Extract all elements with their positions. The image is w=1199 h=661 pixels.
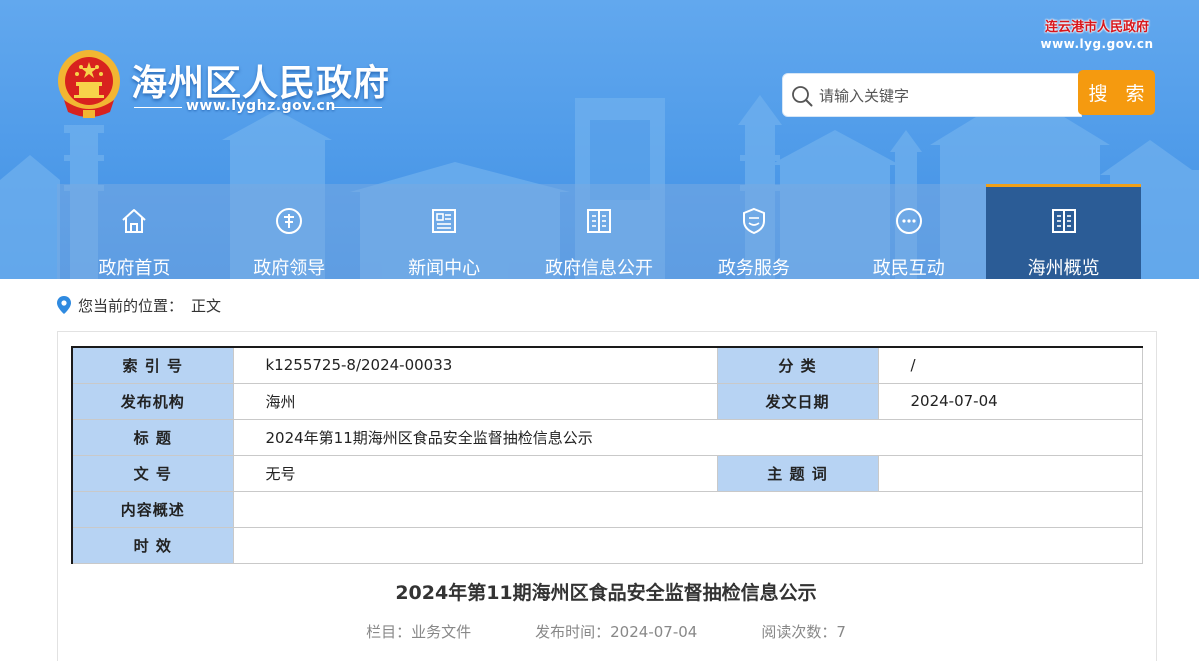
validity-label: 时 效 <box>71 526 234 564</box>
keywords-value <box>877 454 1143 492</box>
publisher-value: 海州 <box>232 382 718 420</box>
breadcrumb-current: 正文 <box>191 296 222 315</box>
news-icon <box>432 209 457 233</box>
divider-line-left <box>134 107 182 108</box>
title-value: 2024年第11期海州区食品安全监督抽检信息公示 <box>232 418 1143 456</box>
search-box <box>782 73 1082 117</box>
index-value: k1255725-8/2024-00033 <box>232 347 718 384</box>
nav-label: 海州概览 <box>1027 258 1100 279</box>
nav-item-overview[interactable]: 海州概览 <box>986 184 1142 279</box>
chat-bubble-icon <box>895 208 922 234</box>
breadcrumb-prefix: 您当前的位置： <box>78 296 184 315</box>
nav-item-info-disclosure[interactable]: 政府信息公开 <box>522 184 677 279</box>
article-read-count: 阅读次数：7 <box>761 623 846 641</box>
city-government-name: 连云港市人民政府 <box>1044 20 1149 35</box>
table-row: 索 引 号 k1255725-8/2024-00033 分 类 / <box>71 347 1143 384</box>
nav-item-news[interactable]: 新闻中心 <box>367 184 522 279</box>
category-label: 分 类 <box>716 347 879 384</box>
nav-item-leaders[interactable]: 政府领导 <box>212 184 367 279</box>
date-label: 发文日期 <box>716 382 879 420</box>
article-title: 2024年第11期海州区食品安全监督抽检信息公示 <box>395 582 817 604</box>
site-header: 海州区人民政府 www.lyghz.gov.cn 连云港市人民政府 www.ly… <box>0 0 1199 279</box>
search-button[interactable]: 搜 索 <box>1078 70 1155 115</box>
table-row: 标 题 2024年第11期海州区食品安全监督抽检信息公示 <box>71 418 1143 456</box>
validity-value <box>232 526 1143 564</box>
publisher-label: 发布机构 <box>71 382 234 420</box>
docno-label: 文 号 <box>71 454 234 492</box>
location-pin-icon <box>57 296 71 314</box>
article-publish-time: 发布时间：2024-07-04 <box>535 623 698 641</box>
city-government-url: www.lyg.gov.cn <box>1040 37 1154 51</box>
divider-line-right <box>334 107 382 108</box>
main-nav: 政府首页 政府领导 新闻中心 政府信息公开 政务服务 政民互动 海州概览 <box>57 184 1142 279</box>
leader-icon <box>276 208 303 234</box>
nav-item-services[interactable]: 政务服务 <box>676 184 831 279</box>
document-icon <box>587 209 611 233</box>
summary-value <box>232 490 1143 528</box>
nav-label: 政府信息公开 <box>545 258 653 279</box>
keywords-label: 主 题 词 <box>716 454 879 492</box>
nav-label: 政府首页 <box>98 258 171 279</box>
nav-label: 新闻中心 <box>408 258 481 279</box>
nav-label: 政民互动 <box>872 258 945 279</box>
book-icon <box>1051 209 1076 233</box>
nav-item-interaction[interactable]: 政民互动 <box>831 184 986 279</box>
table-row: 文 号 无号 主 题 词 <box>71 454 1143 492</box>
title-label: 标 题 <box>71 418 234 456</box>
docno-value: 无号 <box>232 454 718 492</box>
nav-item-home[interactable]: 政府首页 <box>57 184 212 279</box>
site-url-row: www.lyghz.gov.cn <box>134 97 384 117</box>
article-column: 栏目：业务文件 <box>366 623 472 641</box>
search-icon <box>792 86 813 107</box>
table-row: 时 效 <box>71 526 1143 564</box>
date-value: 2024-07-04 <box>877 382 1143 420</box>
summary-label: 内容概述 <box>71 490 234 528</box>
home-icon <box>122 209 147 233</box>
site-url: www.lyghz.gov.cn <box>186 98 336 114</box>
national-emblem-logo <box>58 50 120 118</box>
search-input[interactable] <box>819 84 1069 108</box>
breadcrumb: 您当前的位置： 正文 <box>57 293 221 317</box>
nav-label: 政府领导 <box>253 258 326 279</box>
article-meta: 栏目：业务文件 发布时间：2024-07-04 阅读次数：7 <box>71 621 1141 642</box>
category-value: / <box>877 347 1143 384</box>
table-row: 发布机构 海州 发文日期 2024-07-04 <box>71 382 1143 420</box>
nav-label: 政务服务 <box>717 258 790 279</box>
city-government-link[interactable]: 连云港市人民政府 www.lyg.gov.cn <box>1040 16 1154 51</box>
document-meta-table: 索 引 号 k1255725-8/2024-00033 分 类 / 发布机构 海… <box>71 346 1143 564</box>
table-row: 内容概述 <box>71 490 1143 528</box>
index-label: 索 引 号 <box>71 347 234 384</box>
shield-icon <box>742 207 765 235</box>
